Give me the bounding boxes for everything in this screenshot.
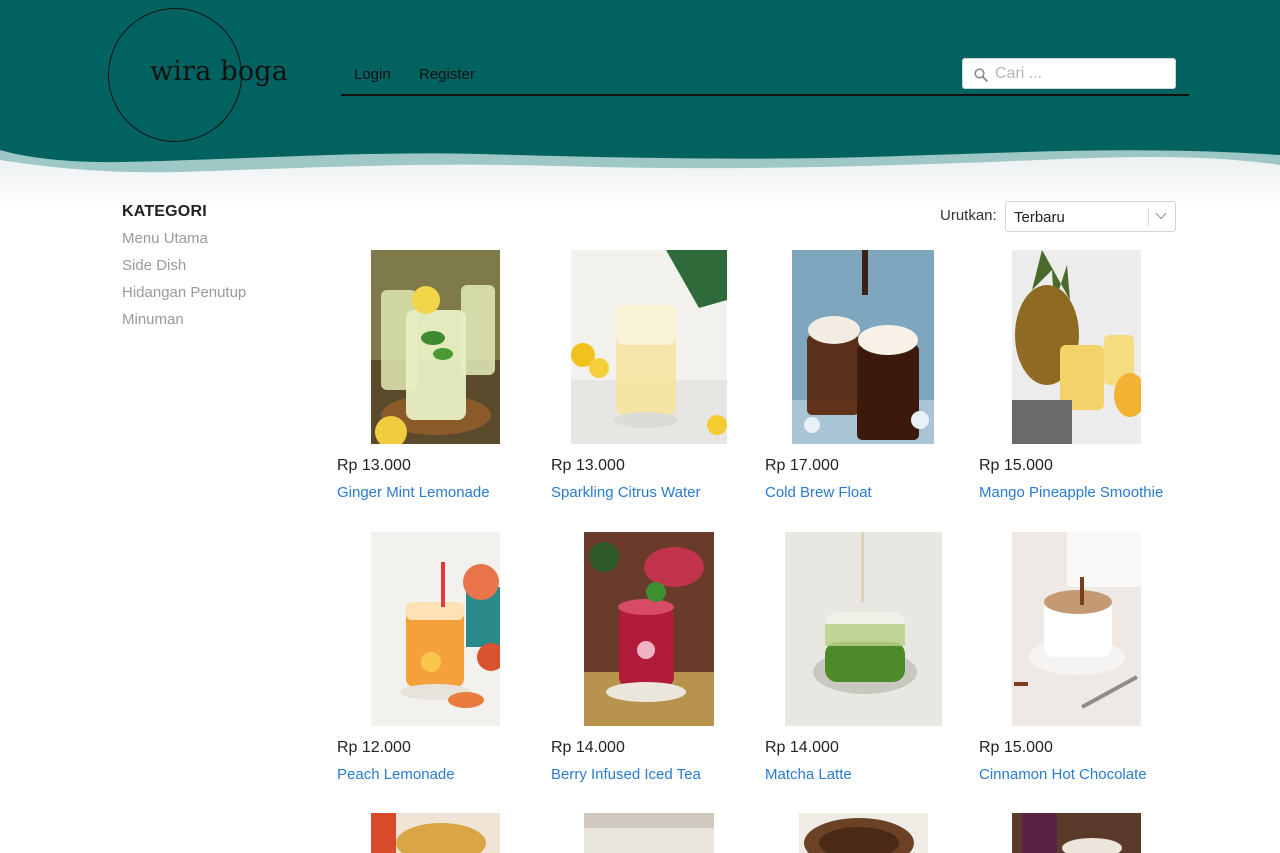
category-minuman[interactable]: Minuman: [122, 311, 322, 338]
product-price: Rp 15.000: [979, 739, 1053, 756]
product-name-link[interactable]: Cold Brew Float: [765, 484, 872, 501]
product-image-row3-3[interactable]: [799, 813, 928, 853]
search-box[interactable]: [962, 58, 1176, 89]
product-image-berry-infused-iced-tea[interactable]: [584, 532, 714, 726]
product-price: Rp 13.000: [337, 457, 411, 474]
product-image-row3-4[interactable]: [1012, 813, 1141, 853]
product-name-link[interactable]: Sparkling Citrus Water: [551, 484, 701, 501]
search-icon: [974, 68, 988, 82]
product-image-matcha-latte[interactable]: [785, 532, 942, 726]
product-price: Rp 14.000: [551, 739, 625, 756]
product-price: Rp 12.000: [337, 739, 411, 756]
category-hidangan-penutup[interactable]: Hidangan Penutup: [122, 284, 322, 311]
chevron-down-icon: [1155, 212, 1167, 220]
category-sidebar: KATEGORI Menu Utama Side Dish Hidangan P…: [122, 203, 322, 338]
sort-label: Urutkan:: [940, 207, 997, 224]
sort-dropdown[interactable]: Terbaru: [1005, 201, 1176, 232]
search-input[interactable]: [995, 63, 1170, 85]
category-title: KATEGORI: [122, 203, 207, 220]
product-name-link[interactable]: Peach Lemonade: [337, 766, 455, 783]
product-price: Rp 13.000: [551, 457, 625, 474]
product-price: Rp 14.000: [765, 739, 839, 756]
product-image-peach-lemonade[interactable]: [371, 532, 500, 726]
product-name-link[interactable]: Ginger Mint Lemonade: [337, 484, 490, 501]
category-side-dish[interactable]: Side Dish: [122, 257, 322, 284]
dropdown-separator: [1148, 208, 1149, 226]
register-link[interactable]: Register: [419, 66, 475, 83]
product-image-mango-pineapple-smoothie[interactable]: [1012, 250, 1141, 444]
product-image-ginger-mint-lemonade[interactable]: [371, 250, 500, 444]
product-name-link[interactable]: Berry Infused Iced Tea: [551, 766, 701, 783]
product-name-link[interactable]: Matcha Latte: [765, 766, 852, 783]
category-menu-utama[interactable]: Menu Utama: [122, 230, 322, 257]
product-image-row3-1[interactable]: [371, 813, 500, 853]
product-price: Rp 17.000: [765, 457, 839, 474]
product-name-link[interactable]: Cinnamon Hot Chocolate: [979, 766, 1147, 783]
product-name-link[interactable]: Mango Pineapple Smoothie: [979, 484, 1163, 501]
logo-text[interactable]: wira boga: [150, 56, 288, 87]
site-header: wira boga Login Register: [0, 0, 1280, 205]
product-image-sparkling-citrus-water[interactable]: [571, 250, 727, 444]
product-image-row3-2[interactable]: [584, 813, 714, 853]
product-image-cinnamon-hot-chocolate[interactable]: [1012, 532, 1141, 726]
login-link[interactable]: Login: [354, 66, 391, 83]
product-image-cold-brew-float[interactable]: [792, 250, 934, 444]
product-price: Rp 15.000: [979, 457, 1053, 474]
sort-selected-value: Terbaru: [1014, 209, 1065, 226]
